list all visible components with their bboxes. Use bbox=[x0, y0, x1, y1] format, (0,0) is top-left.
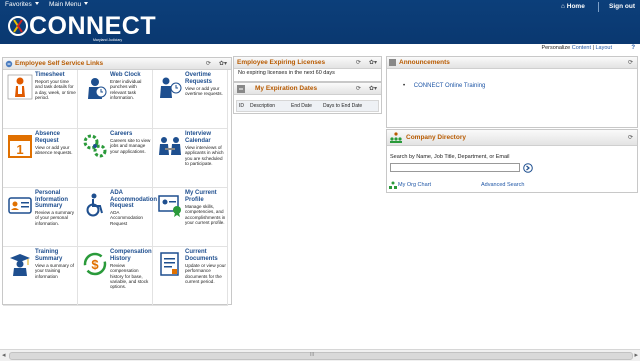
personalize-bar: Personalize Content | Layout bbox=[541, 45, 612, 51]
sign-out-link[interactable]: Sign out bbox=[609, 3, 635, 10]
expiration-table-header: ID Description End Date Days to End Date bbox=[236, 100, 379, 112]
search-go-icon[interactable] bbox=[523, 163, 533, 173]
main-menu[interactable]: Main Menu bbox=[49, 1, 89, 8]
gear-menu-icon[interactable]: ✿▾ bbox=[369, 60, 377, 66]
logo-subtitle: Maryland Judiciary bbox=[93, 38, 123, 42]
announcements-pagelet: Announcements ⟳ • CONNECT Online Trainin… bbox=[386, 56, 638, 128]
ess-cell-training[interactable]: Training Summary View a summary of your … bbox=[3, 247, 78, 306]
org-chart-icon bbox=[389, 181, 397, 189]
announcement-icon bbox=[389, 59, 396, 66]
horizontal-scrollbar[interactable]: ◂ III ▸ bbox=[0, 349, 640, 361]
refresh-icon[interactable]: ⟳ bbox=[356, 60, 361, 66]
help-icon[interactable]: ? bbox=[631, 45, 635, 51]
ess-cell-overtime[interactable]: Overtime Requests View or add your overt… bbox=[153, 70, 228, 129]
org-people-icon bbox=[390, 132, 402, 143]
scroll-right-arrow-icon[interactable]: ▸ bbox=[634, 351, 638, 359]
expiration-header: My Expiration Dates ⟳ ✿▾ bbox=[234, 83, 381, 95]
ess-cell-careers[interactable]: Careers Careers site to view jobs and ma… bbox=[78, 129, 153, 188]
svg-text:$: $ bbox=[91, 257, 99, 272]
column-id[interactable]: ID bbox=[239, 103, 244, 109]
expiration-dates-pagelet: My Expiration Dates ⟳ ✿▾ ID Description E… bbox=[233, 82, 382, 114]
top-banner: Favorites Main Menu CONNECT Maryland Jud… bbox=[0, 0, 640, 44]
scroll-grip: III bbox=[310, 352, 315, 358]
ess-grid: Timesheet Report your time and task deta… bbox=[3, 70, 231, 306]
directory-search-input[interactable] bbox=[390, 163, 520, 172]
ess-cell-personal-info[interactable]: Personal Information Summary Review a su… bbox=[3, 188, 78, 247]
directory-search-label: Search by Name, Job Title, Department, o… bbox=[390, 154, 510, 160]
dollar-cycle-icon: $ bbox=[83, 252, 107, 276]
personalize-content-link[interactable]: Content bbox=[572, 45, 591, 51]
ess-title: Employee Self Service Links bbox=[15, 60, 104, 67]
licenses-title: Employee Expiring Licenses bbox=[237, 59, 326, 66]
maryland-flag-logo-icon bbox=[8, 16, 28, 36]
ess-cell-interview[interactable]: Interview Calendar View interviews of ap… bbox=[153, 129, 228, 188]
logo-text: CONNECT bbox=[29, 12, 157, 40]
bullet-icon: • bbox=[403, 83, 406, 89]
careers-gear-icon bbox=[83, 134, 107, 158]
announcements-header: Announcements ⟳ bbox=[387, 57, 637, 69]
ess-links-pagelet: Employee Self Service Links ⟳ ✿▾ Timeshee… bbox=[2, 57, 232, 306]
gear-menu-icon[interactable]: ✿▾ bbox=[219, 61, 227, 67]
directory-title: Company Directory bbox=[406, 134, 466, 141]
licenses-message: No expiring licenses in the next 60 days bbox=[238, 70, 335, 76]
my-org-chart-link[interactable]: My Org Chart bbox=[398, 182, 431, 188]
divider bbox=[598, 2, 599, 12]
directory-header: Company Directory ⟳ bbox=[387, 130, 637, 146]
calendar-icon: 1 bbox=[8, 135, 32, 158]
ess-header: Employee Self Service Links ⟳ ✿▾ bbox=[3, 58, 231, 70]
refresh-icon[interactable]: ⟳ bbox=[206, 61, 211, 67]
graduate-icon bbox=[10, 254, 30, 276]
ess-cell-absence[interactable]: 1 Absence Request View or add your absen… bbox=[3, 129, 78, 188]
chevron-down-icon bbox=[84, 2, 89, 5]
announcements-title: Announcements bbox=[399, 59, 450, 66]
connect-logo: CONNECT Maryland Judiciary bbox=[7, 12, 156, 42]
expiration-title: My Expiration Dates bbox=[255, 85, 318, 92]
ess-cell-ada[interactable]: ADA Accommodation Request ADA Accommodat… bbox=[78, 188, 157, 247]
company-directory-pagelet: Company Directory ⟳ Search by Name, Job … bbox=[386, 129, 638, 193]
link-icon bbox=[5, 60, 13, 68]
expiring-licenses-pagelet: Employee Expiring Licenses ⟳ ✿▾ No expiri… bbox=[233, 56, 382, 82]
home-icon: ⌂ bbox=[561, 3, 565, 10]
refresh-icon[interactable]: ⟳ bbox=[628, 60, 633, 66]
column-description[interactable]: Description bbox=[250, 103, 275, 109]
id-card-icon bbox=[8, 197, 32, 214]
interview-icon bbox=[159, 137, 181, 155]
expand-collapse-icon[interactable] bbox=[237, 85, 245, 93]
timesheet-person-icon bbox=[7, 74, 33, 100]
advanced-search-link[interactable]: Advanced Search bbox=[481, 182, 524, 188]
favorites-menu[interactable]: Favorites bbox=[5, 1, 39, 8]
ess-cell-timesheet[interactable]: Timesheet Report your time and task deta… bbox=[3, 70, 78, 129]
gear-menu-icon[interactable]: ✿▾ bbox=[369, 86, 377, 92]
chevron-down-icon bbox=[34, 2, 39, 5]
home-link[interactable]: ⌂ Home bbox=[561, 3, 585, 10]
column-days-to-end[interactable]: Days to End Date bbox=[323, 103, 362, 109]
svg-text:1: 1 bbox=[16, 142, 23, 157]
column-end-date[interactable]: End Date bbox=[291, 103, 312, 109]
profile-ribbon-icon bbox=[158, 195, 181, 217]
refresh-icon[interactable]: ⟳ bbox=[628, 135, 633, 141]
scroll-thumb[interactable]: III bbox=[9, 352, 633, 360]
personalize-layout-link[interactable]: Layout bbox=[595, 45, 612, 51]
wheelchair-icon bbox=[86, 193, 103, 217]
ess-cell-compensation[interactable]: $ Compensation History Review compensati… bbox=[78, 247, 153, 306]
connect-online-training-link[interactable]: CONNECT Online Training bbox=[414, 83, 486, 89]
scroll-left-arrow-icon[interactable]: ◂ bbox=[2, 351, 6, 359]
overtime-person-icon bbox=[160, 77, 182, 98]
ess-cell-web-clock[interactable]: Web Clock Enter individual punches with … bbox=[78, 70, 153, 129]
refresh-icon[interactable]: ⟳ bbox=[356, 86, 361, 92]
document-icon bbox=[160, 252, 179, 276]
licenses-header: Employee Expiring Licenses ⟳ ✿▾ bbox=[234, 57, 381, 69]
announcement-item[interactable]: • CONNECT Online Training bbox=[403, 83, 485, 89]
clock-person-icon bbox=[88, 78, 107, 99]
ess-cell-current-profile[interactable]: My Current Profile Manage skills, compet… bbox=[153, 188, 228, 247]
ess-cell-current-documents[interactable]: Current Documents Update or view your pe… bbox=[153, 247, 228, 306]
